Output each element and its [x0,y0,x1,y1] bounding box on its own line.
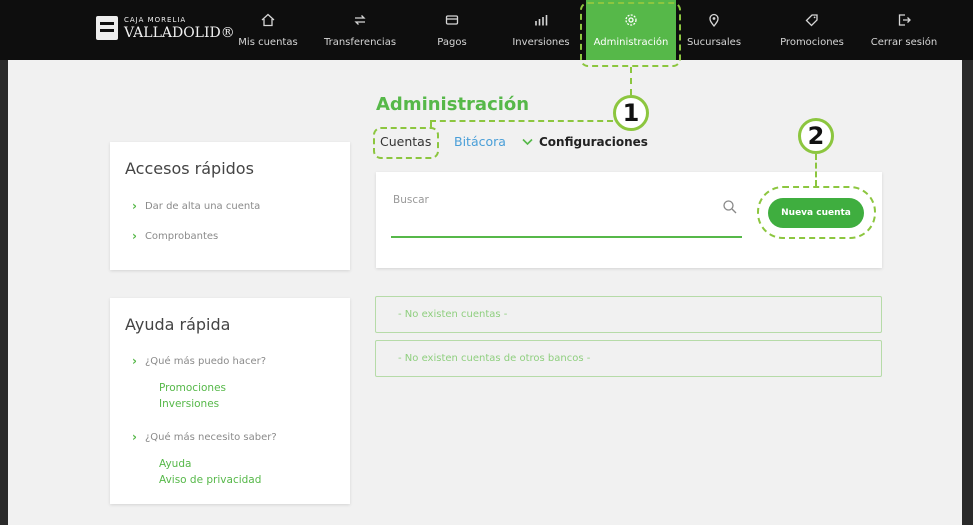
logout-icon [897,13,911,31]
callout-connector [630,67,632,95]
payments-icon [445,13,459,31]
help-link-ayuda[interactable]: Ayuda [159,458,191,470]
chevron-right-icon: › [132,199,137,213]
nav-cerrar-sesion[interactable]: Cerrar sesión [866,0,942,60]
quick-help-title: Ayuda rápida [125,315,231,334]
search-label: Buscar [393,194,429,206]
tab-configuraciones[interactable]: Configuraciones [522,135,648,149]
callout-connector [430,120,613,122]
tag-icon [805,13,819,31]
search-input[interactable] [391,236,742,238]
location-icon [707,13,721,31]
background-left-edge [0,60,8,525]
search-icon[interactable] [722,199,738,219]
quick-access-title: Accesos rápidos [125,159,254,178]
home-icon [261,13,275,31]
chevron-right-icon: › [132,430,137,444]
help-question-what-else-can-i-do[interactable]: › ¿Qué más puedo hacer? [132,354,266,368]
empty-accounts-message: - No existen cuentas - [375,296,882,333]
tab-bitacora[interactable]: Bitácora [454,134,506,149]
chevron-down-icon [522,138,533,146]
logo-mark-icon [96,16,118,40]
investments-icon [534,13,548,31]
empty-other-bank-accounts-message: - No existen cuentas de otros bancos - [375,340,882,377]
chevron-right-icon: › [132,229,137,243]
logo-top-text: CAJA MORELIA [124,15,187,24]
callout-frame-administracion [580,2,681,67]
callout-badge-2: 2 [798,118,834,154]
quick-access-item-new-account[interactable]: › Dar de alta una cuenta [132,199,260,213]
help-link-aviso-privacidad[interactable]: Aviso de privacidad [159,474,261,486]
top-navigation-bar: CAJA MORELIA VALLADOLID® Mis cuentas Tra… [0,0,973,60]
help-link-inversiones[interactable]: Inversiones [159,398,219,410]
quick-access-item-receipts[interactable]: › Comprobantes [132,229,218,243]
callout-frame-nueva-cuenta [757,186,876,239]
nav-transferencias[interactable]: Transferencias [316,0,404,60]
nav-inversiones[interactable]: Inversiones [506,0,576,60]
nav-pagos[interactable]: Pagos [420,0,484,60]
transfer-icon [353,13,367,31]
callout-connector [815,154,817,186]
nav-promociones[interactable]: Promociones [770,0,854,60]
chevron-right-icon: › [132,354,137,368]
nav-mis-cuentas[interactable]: Mis cuentas [232,0,304,60]
page-title: Administración [376,94,530,115]
logo-bottom-text: VALLADOLID® [124,24,235,41]
background-right-edge [962,60,973,525]
callout-badge-1: 1 [613,95,649,131]
help-question-what-else-to-know[interactable]: › ¿Qué más necesito saber? [132,430,277,444]
nav-sucursales[interactable]: Sucursales [680,0,748,60]
help-link-promociones[interactable]: Promociones [159,382,226,394]
bank-logo[interactable]: CAJA MORELIA VALLADOLID® [96,16,235,40]
callout-frame-cuentas [373,127,439,159]
